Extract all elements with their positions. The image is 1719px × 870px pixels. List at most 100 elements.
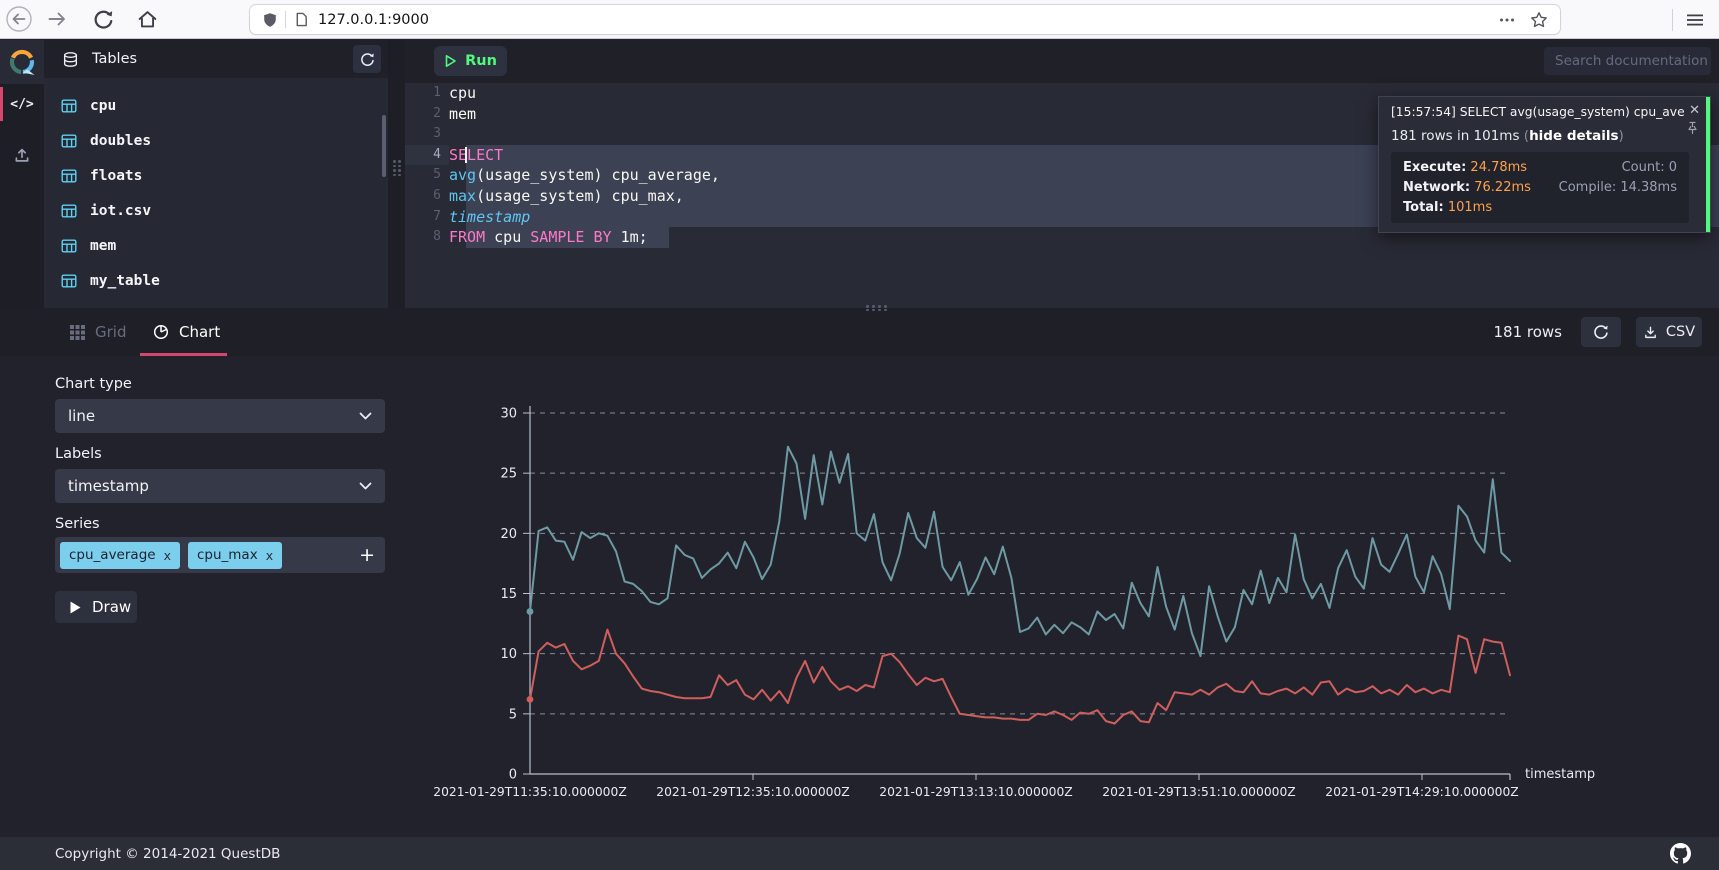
series-label: Series	[55, 516, 100, 532]
home-icon	[137, 9, 158, 30]
copyright-text: Copyright © 2014-2021 QuestDB	[55, 846, 280, 862]
labels-value: timestamp	[68, 477, 359, 495]
line-number: 3	[405, 124, 449, 145]
questdb-logo-icon	[7, 47, 37, 77]
code-token: max	[449, 187, 476, 205]
active-indicator	[0, 87, 3, 121]
y-tick-label: 30	[500, 407, 517, 422]
line-number: 2	[405, 104, 449, 125]
series-first-point-cpu_max	[527, 608, 534, 615]
notification-query-title: [15:57:54] SELECT avg(usage_system) cpu_…	[1391, 105, 1684, 119]
page-actions-icon[interactable]	[1498, 11, 1516, 29]
code-token: cpu	[449, 84, 476, 102]
line-number: 8	[405, 227, 449, 248]
add-series-button[interactable]: +	[359, 546, 375, 565]
remove-series-icon[interactable]: x	[164, 548, 171, 563]
search-documentation-input[interactable]: Search documentation	[1544, 47, 1711, 75]
table-icon	[61, 273, 77, 289]
total-value: 101ms	[1448, 200, 1492, 215]
github-icon[interactable]	[1670, 843, 1691, 864]
shield-icon[interactable]	[262, 12, 278, 28]
tab-chart[interactable]: Chart	[153, 308, 220, 356]
hide-details-link[interactable]: hide details	[1529, 128, 1618, 144]
x-tick-label: 2021-01-29T13:51:10.000000Z	[1102, 785, 1295, 799]
query-result-notification: [15:57:54] SELECT avg(usage_system) cpu_…	[1378, 96, 1711, 233]
chart-type-select[interactable]: line	[55, 399, 385, 433]
tab-grid-label: Grid	[95, 323, 126, 341]
draw-chart-button[interactable]: Draw	[55, 591, 137, 623]
x-tick-label: 2021-01-29T13:13:10.000000Z	[879, 785, 1072, 799]
draw-button-label: Draw	[92, 598, 131, 616]
bookmark-star-icon[interactable]	[1530, 11, 1548, 29]
pie-chart-icon	[153, 324, 169, 340]
timing-right-column: Count: 0 Compile: 14.38ms	[1559, 159, 1677, 216]
series-select-box[interactable]: cpu_averagex cpu_maxx +	[55, 537, 385, 573]
questdb-logo[interactable]	[0, 40, 44, 84]
sidebar-item-sql-editor[interactable]: </>	[0, 82, 44, 126]
grid-icon	[70, 325, 85, 340]
text-cursor	[465, 147, 467, 163]
series-line-cpu_average	[530, 630, 1510, 724]
y-tick-label: 20	[500, 527, 517, 542]
code-editor-icon: </>	[10, 97, 33, 112]
csv-button-label: CSV	[1666, 324, 1695, 340]
url-bar[interactable]: 127.0.0.1:9000	[250, 5, 1560, 34]
drag-dots-icon	[393, 160, 401, 176]
table-list-item[interactable]: iot.csv	[44, 193, 388, 228]
chevron-down-icon	[359, 482, 372, 490]
chart-type-label: Chart type	[55, 376, 132, 392]
download-csv-button[interactable]: CSV	[1636, 317, 1702, 347]
code-token: SELECT	[449, 146, 503, 164]
run-query-button[interactable]: Run	[434, 46, 507, 76]
hamburger-menu-icon[interactable]	[1685, 10, 1705, 30]
code-token: mem	[449, 105, 476, 123]
remove-series-icon[interactable]: x	[266, 548, 273, 563]
url-text[interactable]: 127.0.0.1:9000	[318, 12, 429, 28]
x-axis-title: timestamp	[1525, 767, 1595, 782]
pin-notification-icon[interactable]	[1686, 121, 1699, 135]
table-list-item[interactable]: doubles	[44, 123, 388, 158]
browser-home-button[interactable]	[131, 3, 163, 35]
series-chip[interactable]: cpu_averagex	[60, 542, 180, 569]
paren-close: )	[1619, 128, 1624, 144]
table-name: doubles	[90, 133, 151, 149]
results-chart: 0510152025302021-01-29T11:35:10.000000Z2…	[440, 361, 1719, 838]
rows-summary-text: 181 rows in 101ms	[1391, 128, 1524, 144]
table-list-item[interactable]: floats	[44, 158, 388, 193]
table-list-item[interactable]: cpu	[44, 88, 388, 123]
panel-resize-handle[interactable]	[388, 40, 405, 308]
browser-toolbar: 127.0.0.1:9000	[0, 0, 1719, 39]
browser-forward-button[interactable]	[41, 3, 73, 35]
sidebar-item-import[interactable]	[0, 133, 44, 177]
tables-panel-title: Tables	[92, 51, 137, 67]
tab-grid[interactable]: Grid	[70, 308, 126, 356]
refresh-results-button[interactable]	[1581, 317, 1621, 347]
table-name: cpu	[90, 98, 116, 114]
page-icon[interactable]	[294, 12, 309, 27]
code-token: SAMPLE BY	[530, 228, 611, 246]
table-list-item[interactable]: my_table	[44, 263, 388, 298]
table-list-item[interactable]: mem	[44, 228, 388, 263]
table-name: iot.csv	[90, 203, 151, 219]
y-tick-label: 25	[500, 467, 517, 482]
labels-select[interactable]: timestamp	[55, 469, 385, 503]
series-chip[interactable]: cpu_maxx	[188, 542, 282, 569]
browser-reload-button[interactable]	[87, 3, 119, 35]
refresh-tables-button[interactable]	[353, 45, 381, 73]
code-token: 1m;	[612, 228, 648, 246]
reload-icon	[93, 9, 114, 30]
play-outline-icon	[444, 54, 457, 68]
questdb-console: </> Tables	[0, 40, 1719, 870]
execute-value: 24.78ms	[1470, 160, 1527, 175]
network-value: 76.22ms	[1474, 180, 1531, 195]
table-icon	[61, 203, 77, 219]
query-timing-details: Execute: 24.78ms Network: 76.22ms Total:…	[1391, 152, 1689, 223]
code-text: mem	[449, 104, 476, 125]
upload-icon	[13, 146, 31, 164]
tab-chart-label: Chart	[179, 323, 220, 341]
tables-scrollbar[interactable]	[382, 115, 386, 177]
browser-back-button[interactable]	[3, 3, 35, 35]
close-notification-button[interactable]: ✕	[1689, 104, 1700, 117]
splitter-handle[interactable]	[866, 305, 889, 311]
editor-toolbar: Run Search documentation	[405, 40, 1719, 83]
